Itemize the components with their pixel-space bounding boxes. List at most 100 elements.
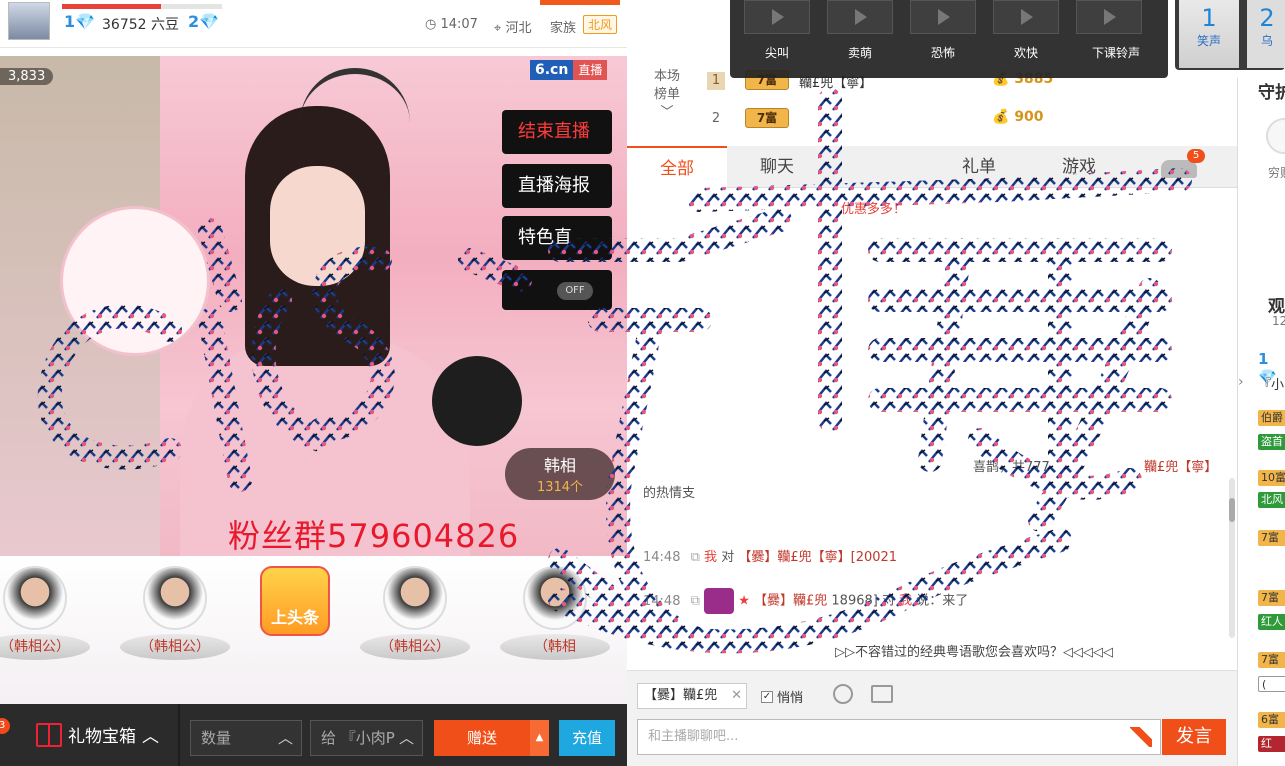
side-chip: 红 [1258, 736, 1285, 752]
side-chip: 6富 [1258, 712, 1285, 728]
chat-user-name[interactable]: 韊£兜【寧】 [1144, 460, 1217, 475]
sound-label: 尖叫 [764, 46, 789, 60]
gift-bar: 3 礼物宝箱 ︿ 数量 ︿ 给 『小肉P ︿ 赠送 ▲ 充值 [0, 704, 627, 766]
live-tag: 直播 [573, 60, 608, 80]
guard-item[interactable]: （韩相公） [0, 566, 90, 678]
chat-tabs: 全部 聊天 礼单 游戏 5 [627, 146, 1237, 188]
poor-icon[interactable] [1266, 118, 1285, 154]
rank-row[interactable]: 2 7富 💰 900 [707, 104, 1227, 134]
rank-score: 💰 900 [992, 109, 1044, 125]
rank-label[interactable]: 本场 榜单 ﹀ [647, 68, 687, 122]
gift-badge: 3 [0, 718, 10, 734]
sound-number: 1 [1201, 4, 1217, 32]
gift-combo-count: 1314个 [536, 480, 584, 495]
feature-toggle[interactable]: OFF [502, 270, 612, 310]
sound-label: 笑声 [1196, 34, 1221, 48]
streamer-avatar[interactable] [8, 2, 50, 40]
recipient-select[interactable]: 给 『小肉P ︿ [310, 720, 423, 756]
send-plane-icon[interactable] [1130, 727, 1152, 747]
sound-cheerful[interactable]: 欢快 [993, 0, 1059, 78]
chat-message: 14:48 ⧉ ★ 【爨】韊£兜 18968] 对 我 说：来了 [643, 588, 968, 614]
guard-item[interactable]: （韩相公） [120, 566, 230, 678]
family-badge[interactable]: 北风 [583, 15, 618, 34]
chat-user-name[interactable]: 【爨】韊£兜【寧】[20021 [738, 550, 897, 565]
close-icon[interactable]: ✕ [731, 684, 742, 708]
gift-icon [36, 722, 62, 747]
chat-user-name[interactable]: 【爨】韊£兜 [754, 594, 827, 609]
poor-label: 穷财 [1268, 166, 1285, 180]
fans-group-text: 粉丝群579604826 [228, 517, 520, 555]
guard-name: （韩相公） [120, 634, 230, 660]
emoji-icon[interactable] [833, 684, 853, 704]
chat-input[interactable]: 和主播聊聊吧... [637, 719, 1161, 755]
side-chip: 10富 [1258, 470, 1285, 486]
divider [178, 704, 180, 766]
microphone [432, 356, 522, 446]
play-icon [910, 0, 976, 34]
guard-item[interactable]: （韩相公） [360, 566, 470, 678]
guard-title[interactable]: 守护 [1258, 78, 1285, 103]
heart-badge-icon [704, 588, 735, 614]
sound-laugh[interactable]: 1 笑声 [1179, 0, 1239, 68]
song-recommendation[interactable]: ▷▷不容错过的经典粤语歌您会喜欢吗？◁◁◁◁◁ [835, 641, 1113, 660]
chat-scrollbar[interactable] [1229, 478, 1235, 638]
share-icon[interactable]: ⧉ [691, 550, 700, 565]
side-chip: 北风 [1258, 492, 1285, 508]
car-badge: 5 [1187, 149, 1205, 163]
kitty-plush [60, 206, 210, 356]
chevron-down-icon: ﹀ [660, 105, 674, 120]
video-player[interactable]: 3,833 6.cn 直播 结束直播 直播海报 特色直 OFF 韩相 1314个… [0, 56, 627, 556]
tab-games[interactable]: 游戏 [1029, 146, 1129, 188]
tab-all[interactable]: 全部 [627, 146, 727, 188]
image-icon[interactable] [871, 685, 893, 703]
gift-box-button[interactable]: 礼物宝箱 ︿ [36, 722, 159, 747]
headline-item[interactable]: 上头条 [240, 566, 350, 678]
post-button[interactable]: 发言 [1162, 719, 1226, 755]
guard-name: （韩相 [500, 634, 610, 660]
sound-scream[interactable]: 尖叫 [744, 0, 810, 78]
chevron-right-icon[interactable]: › [1238, 374, 1244, 390]
tab-gifts[interactable]: 礼单 [929, 146, 1029, 188]
special-live-button[interactable]: 特色直 [502, 216, 612, 260]
clock-time: ◷ 14:07 [425, 17, 478, 32]
chat-time: 14:48 [643, 550, 681, 565]
guard-item[interactable]: （韩相 [500, 566, 610, 678]
quantity-input[interactable]: 数量 ︿ [190, 720, 302, 756]
send-options-button[interactable]: ▲ [530, 720, 549, 756]
checkbox-icon: ✓ [761, 690, 773, 703]
guard-strip: （韩相公） （韩相公） 上头条 （韩相公） （韩相 [0, 556, 627, 704]
sound-horror[interactable]: 恐怖 [910, 0, 976, 78]
chevron-up-icon: ︿ [142, 727, 159, 747]
sound-number: 2 [1259, 4, 1275, 32]
side-chip: 7富 [1258, 530, 1285, 546]
play-icon [744, 0, 810, 34]
viewer-count: 3,833 [0, 68, 54, 85]
live-poster-button[interactable]: 直播海报 [502, 164, 612, 208]
chat-message: 的热情支 [643, 482, 695, 501]
chat-self: 我 [899, 593, 913, 609]
recipient-value: 『小肉P [340, 729, 395, 747]
sound-crow[interactable]: 2乌 [1247, 0, 1285, 68]
level-diamond-icon: 1💎 [64, 12, 96, 31]
send-gift-button[interactable]: 赠送 [434, 720, 530, 756]
share-icon[interactable]: ⧉ [691, 594, 700, 609]
chat-text: 喜鹊，共777 [973, 460, 1050, 475]
chat-message: 喜鹊，共777 韊£兜【寧】 [973, 456, 1217, 475]
tab-chat[interactable]: 聊天 [727, 146, 827, 188]
sound-bell[interactable]: 下课铃声 [1076, 0, 1156, 78]
sound-cute[interactable]: 卖萌 [827, 0, 893, 78]
end-live-button[interactable]: 结束直播 [502, 110, 612, 154]
chat-target[interactable]: 【爨】韊£兜 ✕ [637, 683, 747, 709]
audience-name[interactable]: 『小 [1258, 374, 1284, 393]
whisper-label: 悄悄 [777, 691, 804, 706]
play-icon [993, 0, 1059, 34]
recharge-button[interactable]: 充值 [559, 720, 615, 756]
chat-placeholder: 和主播聊聊吧... [648, 729, 739, 744]
whisper-checkbox[interactable]: ✓ 悄悄 [761, 687, 803, 706]
site-logo: 6.cn 直播 [530, 60, 608, 80]
side-chip: 盗首 [1258, 434, 1285, 450]
chevron-up-icon: ︿ [398, 729, 414, 747]
gift-box-label: 礼物宝箱 [68, 727, 136, 747]
chat-time: 14:48 [643, 593, 681, 609]
level-progress-bar [62, 4, 222, 9]
